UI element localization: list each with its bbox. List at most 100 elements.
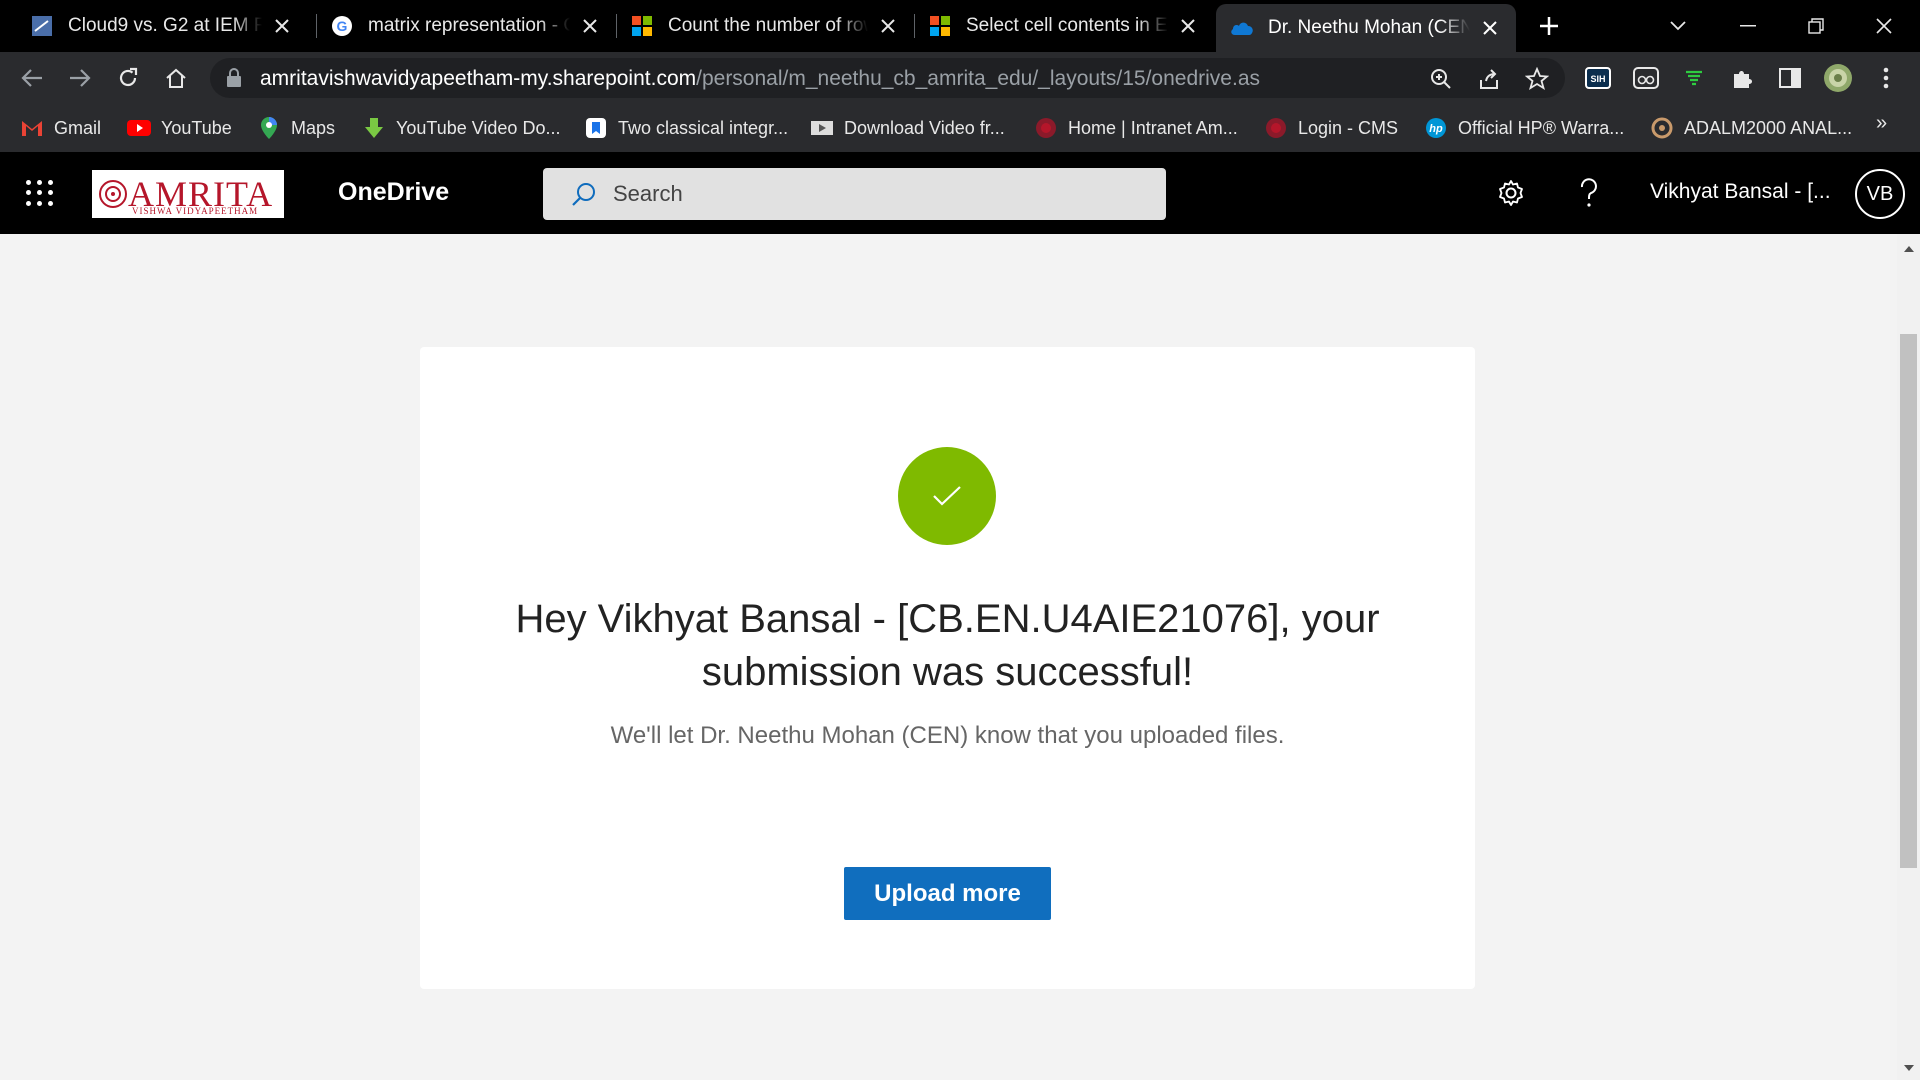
svg-text:SIH: SIH (1590, 74, 1605, 84)
bookmark-maps[interactable]: Maps (257, 114, 335, 142)
close-icon[interactable] (1176, 14, 1200, 38)
reload-button[interactable] (112, 62, 144, 94)
forward-button[interactable] (64, 62, 96, 94)
close-icon[interactable] (876, 14, 900, 38)
svg-text:G: G (337, 18, 348, 34)
bookmark-hp-warranty[interactable]: hp Official HP® Warra... (1424, 114, 1624, 142)
bookmark-label: Official HP® Warra... (1458, 117, 1625, 138)
browser-tab-matrix[interactable]: G matrix representation - Go (316, 6, 616, 46)
logo-wordmark: AMRITA (128, 174, 274, 214)
lock-icon[interactable] (226, 68, 246, 88)
bookmark-adalm2000[interactable]: ADALM2000 ANAL... (1650, 114, 1852, 142)
user-name[interactable]: Vikhyat Bansal - [... (1650, 180, 1831, 204)
microsoft-icon (630, 14, 654, 38)
side-panel-icon[interactable] (1774, 62, 1806, 94)
minimize-button[interactable] (1730, 8, 1766, 44)
app-name[interactable]: OneDrive (338, 178, 449, 207)
bookmark-label: Home | Intranet Am... (1068, 117, 1238, 138)
page-scrollbar[interactable] (1897, 234, 1920, 1080)
amrita-logo[interactable]: AMRITA VISHWA VIDYAPEETHAM (92, 170, 284, 218)
logo-subtitle: VISHWA VIDYAPEETHAM (132, 206, 259, 216)
settings-gear-icon[interactable] (1492, 174, 1530, 212)
onedrive-header: AMRITA VISHWA VIDYAPEETHAM OneDrive Vikh… (0, 152, 1920, 234)
bookmark-youtube-video-download[interactable]: YouTube Video Do... (362, 114, 560, 142)
green-extension-icon[interactable] (1678, 62, 1710, 94)
youtube-icon (127, 116, 151, 140)
notification-message: We'll let Dr. Neethu Mohan (CEN) know th… (610, 722, 1285, 749)
success-checkmark-icon (898, 447, 996, 545)
hltv-icon (30, 14, 54, 38)
search-box[interactable] (543, 168, 1166, 220)
close-icon[interactable] (1478, 16, 1502, 40)
browser-toolbar: amritavishwavidyapeetham-my.sharepoint.c… (0, 52, 1920, 104)
app-launcher-icon[interactable] (24, 178, 54, 208)
profile-avatar-icon[interactable] (1822, 62, 1854, 94)
download-arrow-icon (362, 116, 386, 140)
scroll-down-arrow-icon[interactable] (1902, 1061, 1915, 1074)
user-avatar[interactable]: VB (1855, 169, 1905, 219)
search-input[interactable] (613, 168, 1153, 220)
browser-tab-onedrive-active[interactable]: Dr. Neethu Mohan (CEN) (1216, 4, 1516, 52)
microsoft-icon (928, 14, 952, 38)
browser-tab-select-cell[interactable]: Select cell contents in Exce (914, 6, 1214, 46)
help-question-icon[interactable] (1570, 174, 1608, 212)
bookmark-icon (584, 116, 608, 140)
sih-extension-icon[interactable]: SIH (1582, 62, 1614, 94)
bookmark-intranet-amrita[interactable]: Home | Intranet Am... (1034, 114, 1238, 142)
bookmark-label: ADALM2000 ANAL... (1684, 117, 1853, 138)
tab-title: Cloud9 vs. G2 at IEM Road (68, 15, 262, 36)
bookmark-download-video[interactable]: Download Video fr... (810, 114, 1005, 142)
bookmark-label: YouTube (161, 117, 232, 138)
share-icon[interactable] (1476, 66, 1502, 92)
bookmark-label: Login - CMS (1298, 117, 1399, 138)
adalm-icon (1650, 116, 1674, 140)
bookmark-star-icon[interactable] (1524, 66, 1550, 92)
close-icon[interactable] (270, 14, 294, 38)
url-text[interactable]: amritavishwavidyapeetham-my.sharepoint.c… (260, 67, 1260, 91)
restore-button[interactable] (1798, 8, 1834, 44)
scroll-up-arrow-icon[interactable] (1902, 242, 1915, 255)
back-button[interactable] (16, 62, 48, 94)
address-bar[interactable]: amritavishwavidyapeetham-my.sharepoint.c… (210, 58, 1565, 98)
bookmark-login-cms[interactable]: Login - CMS (1264, 114, 1398, 142)
gmail-icon (20, 116, 44, 140)
onedrive-icon (1230, 16, 1254, 40)
bookmark-youtube[interactable]: YouTube (127, 114, 232, 142)
google-icon: G (330, 14, 354, 38)
bookmark-label: Two classical integr... (618, 117, 789, 138)
tab-title: Dr. Neethu Mohan (CEN) (1268, 17, 1470, 38)
bookmarks-bar: Gmail YouTube Maps YouTube Video Do... T… (0, 104, 1920, 152)
scrollbar-thumb[interactable] (1900, 334, 1917, 868)
bookmark-label: YouTube Video Do... (396, 117, 561, 138)
bookmarks-overflow-chevron-icon[interactable]: » (1876, 112, 1887, 135)
glasses-extension-icon[interactable] (1630, 62, 1662, 94)
upload-more-button[interactable]: Upload more (844, 867, 1051, 920)
bookmark-label: Gmail (54, 117, 102, 138)
video-icon (810, 116, 834, 140)
bookmark-gmail[interactable]: Gmail (20, 114, 101, 142)
new-tab-button[interactable] (1535, 12, 1563, 40)
hp-icon: hp (1424, 116, 1448, 140)
tab-title: Select cell contents in Exce (966, 15, 1168, 36)
extensions-puzzle-icon[interactable] (1726, 62, 1758, 94)
submission-success-card: Hey Vikhyat Bansal - [CB.EN.U4AIE21076],… (420, 347, 1475, 989)
url-host: amritavishwavidyapeetham-my.sharepoint.c… (260, 67, 697, 90)
bookmark-label: Download Video fr... (844, 117, 1005, 138)
close-icon[interactable] (578, 14, 602, 38)
zoom-icon[interactable] (1428, 66, 1454, 92)
browser-tab-cloud9[interactable]: Cloud9 vs. G2 at IEM Road (16, 6, 308, 46)
bookmark-label: Maps (291, 117, 336, 138)
maps-icon (257, 116, 281, 140)
tab-title: Count the number of rows (668, 15, 868, 36)
search-icon (571, 182, 597, 208)
amrita-icon (1264, 116, 1288, 140)
tab-search-chevron-down-icon[interactable] (1660, 8, 1696, 44)
browser-tab-count-rows[interactable]: Count the number of rows (616, 6, 914, 46)
amrita-icon (1034, 116, 1058, 140)
tab-title: matrix representation - Go (368, 15, 570, 36)
browser-menu-icon[interactable] (1870, 62, 1902, 94)
close-window-button[interactable] (1866, 8, 1902, 44)
success-headline: Hey Vikhyat Bansal - [CB.EN.U4AIE21076],… (515, 597, 1380, 694)
home-button[interactable] (160, 62, 192, 94)
bookmark-two-classical[interactable]: Two classical integr... (584, 114, 788, 142)
